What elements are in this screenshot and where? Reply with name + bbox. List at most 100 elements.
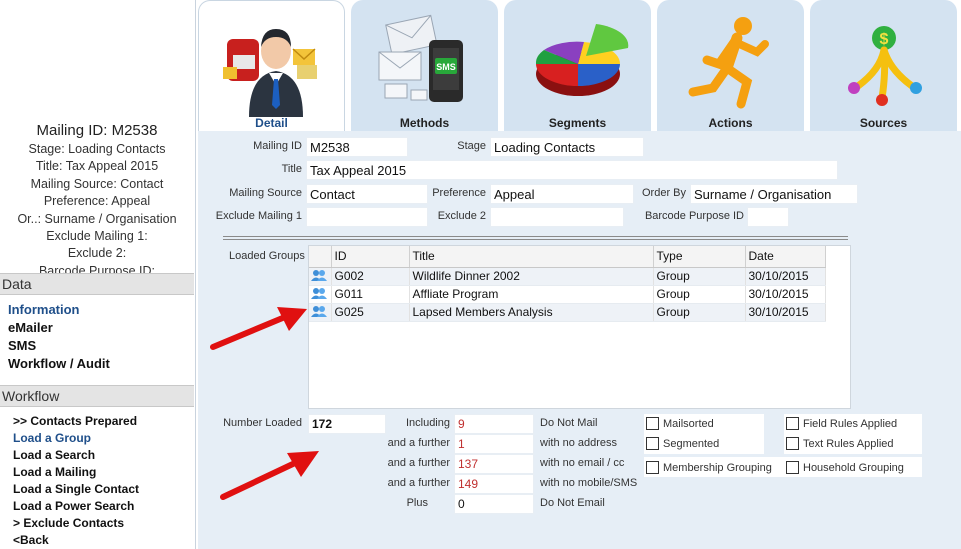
grid-header-type[interactable]: Type [653,246,746,268]
running-man-icon [688,17,769,109]
grid-icon-column-header [309,246,332,268]
tab-detail[interactable]: Detail [198,0,345,131]
data-section-header: Data [0,273,194,295]
group-type-cell: Group [653,303,746,322]
mailing-source-field[interactable]: Contact [306,184,428,204]
sidebar-item-workflow-audit[interactable]: Workflow / Audit [8,355,110,373]
count-suffix-no-mobile: with no mobile/SMS [540,477,638,489]
tab-sources-label: Sources [859,116,908,130]
mailing-id-field[interactable]: M2538 [306,137,408,157]
mailsorted-checkbox[interactable] [646,417,659,430]
email-sms-icon: SMS [378,14,463,102]
summary-preference: Preference: Appeal [43,194,151,209]
mailsorted-label: Mailsorted [663,418,714,430]
count-suffix-no-email: with no email / cc [540,457,625,469]
group-date-cell: 30/10/2015 [745,303,826,322]
sidebar-item-sms[interactable]: SMS [8,337,110,355]
red-arrow-icon [220,451,319,500]
count-suffix-no-address: with no address [540,437,618,449]
stage-field[interactable]: Loading Contacts [490,137,644,157]
count-prefix-further-3: and a further [387,477,450,489]
svg-text:$: $ [880,31,889,48]
group-title-cell: Affliate Program [409,285,654,304]
group-title-cell: Wildlife Dinner 2002 [409,267,654,286]
tab-methods-label: Methods [399,116,450,130]
number-loaded-field[interactable]: 172 [308,414,386,434]
workflow-item-load-search[interactable]: Load a Search [13,447,139,464]
group-icon [309,267,332,286]
pie-chart-icon [535,24,629,96]
tab-segments[interactable]: Segments [504,0,651,131]
order-by-label: Order By [641,187,686,199]
field-rules-applied-checkbox[interactable] [786,417,799,430]
count-suffix-do-not-mail: Do Not Mail [540,417,598,429]
table-row[interactable]: G011 Affliate Program Group 30/10/2015 [309,285,826,304]
workflow-item-load-mailing[interactable]: Load a Mailing [13,464,139,481]
preference-field[interactable]: Appeal [490,184,634,204]
exclude-2-label: Exclude 2 [437,210,486,222]
group-id-cell: G002 [331,267,410,286]
group-id-cell: G011 [331,285,410,304]
barcode-purpose-label: Barcode Purpose ID [644,210,744,222]
table-row[interactable]: G002 Wildlife Dinner 2002 Group 30/10/20… [309,267,826,286]
businessman-mail-icon [223,29,317,117]
sidebar: Mailing ID: M2538 Stage: Loading Contact… [0,0,196,549]
workflow-links: >> Contacts Prepared Load a Group Load a… [13,413,139,549]
summary-exclude-2: Exclude 2: [67,246,127,261]
sidebar-item-emailer[interactable]: eMailer [8,319,110,337]
count-do-not-email[interactable]: 0 [454,494,534,514]
count-no-mobile[interactable]: 149 [454,474,534,494]
workflow-item-load-group[interactable]: Load a Group [13,430,139,447]
group-id-cell: G025 [331,303,410,322]
membership-grouping-checkbox[interactable] [646,461,659,474]
membership-grouping-label: Membership Grouping [663,462,772,474]
barcode-purpose-field[interactable] [747,207,789,227]
tab-bar: Detail SMS Methods Segments Actions $ So… [198,0,961,131]
household-grouping-label: Household Grouping [803,462,904,474]
section-divider [223,236,848,240]
household-grouping-checkbox[interactable] [786,461,799,474]
count-prefix-plus: Plus [406,497,428,509]
segmented-checkbox[interactable] [646,437,659,450]
sidebar-item-information[interactable]: Information [8,301,110,319]
tab-sources[interactable]: $ Sources [810,0,957,131]
count-do-not-mail[interactable]: 9 [454,414,534,434]
summary-title-line: Title: Tax Appeal 2015 [35,159,159,174]
loaded-groups-grid[interactable]: ID Title Type Date G002 Wildlife Dinner … [308,245,851,409]
tab-methods[interactable]: SMS Methods [351,0,498,131]
loaded-groups-table: ID Title Type Date G002 Wildlife Dinner … [309,246,826,322]
red-arrow-icon [210,307,307,350]
count-suffix-do-not-email: Do Not Email [540,497,605,509]
grid-header-date[interactable]: Date [745,246,826,268]
grid-header-title[interactable]: Title [409,246,654,268]
exclude-mailing-1-field[interactable] [306,207,428,227]
workflow-item-back[interactable]: <Back [13,532,139,549]
segmented-label: Segmented [663,438,720,450]
workflow-item-load-single-contact[interactable]: Load a Single Contact [13,481,139,498]
tab-segments-label: Segments [548,116,607,130]
group-date-cell: 30/10/2015 [745,267,826,286]
summary-stage: Stage: Loading Contacts [28,142,166,156]
grid-header-id[interactable]: ID [331,246,410,268]
data-links: Information eMailer SMS Workflow / Audit [8,301,110,373]
tab-detail-label: Detail [255,116,288,130]
title-label: Title [281,163,302,175]
loaded-groups-label: Loaded Groups [229,250,305,262]
text-rules-applied-checkbox[interactable] [786,437,799,450]
exclude-mailing-1-label: Exclude Mailing 1 [215,210,302,222]
order-by-field[interactable]: Surname / Organisation [690,184,858,204]
title-field[interactable]: Tax Appeal 2015 [306,160,838,180]
workflow-item-contacts-prepared[interactable]: >> Contacts Prepared [13,413,139,430]
tab-actions[interactable]: Actions [657,0,804,131]
workflow-section-header: Workflow [0,385,194,407]
workflow-item-load-power-search[interactable]: Load a Power Search [13,498,139,515]
group-date-cell: 30/10/2015 [745,285,826,304]
count-no-address[interactable]: 1 [454,434,534,454]
mailing-summary: Mailing ID: M2538 Stage: Loading Contact… [0,122,194,274]
group-type-cell: Group [653,285,746,304]
table-row[interactable]: G025 Lapsed Members Analysis Group 30/10… [309,303,826,322]
workflow-item-exclude-contacts[interactable]: > Exclude Contacts [13,515,139,532]
count-no-email[interactable]: 137 [454,454,534,474]
tab-actions-label: Actions [708,116,753,130]
exclude-2-field[interactable] [490,207,624,227]
